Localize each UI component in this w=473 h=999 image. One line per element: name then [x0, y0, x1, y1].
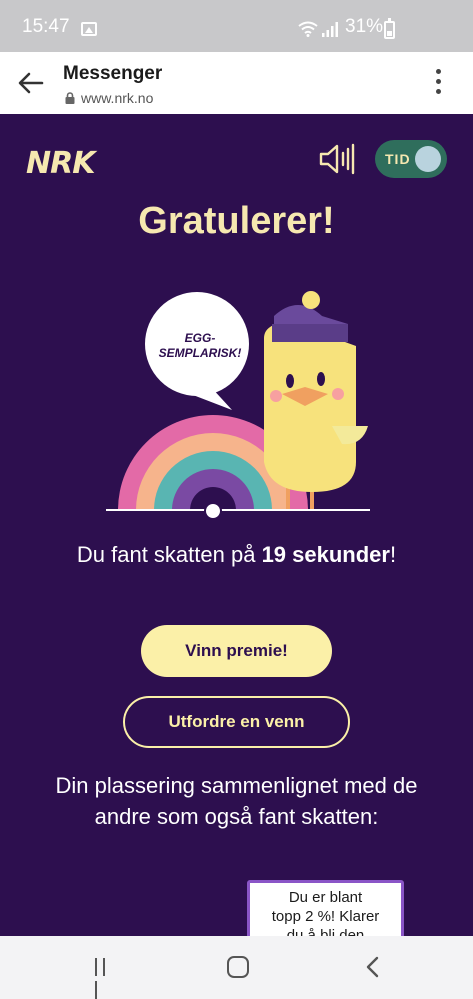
system-nav-bar [0, 936, 473, 999]
page-title: Messenger [63, 63, 163, 84]
toggle-knob [415, 146, 441, 172]
speech-bubble-line1: EGG- [185, 331, 216, 345]
timer-toggle[interactable]: TID [375, 140, 447, 178]
tooltip-line3: du å bli den [286, 927, 365, 936]
wifi-icon [298, 21, 318, 37]
nrk-logo[interactable]: NRK [26, 146, 95, 181]
found-time: 19 sekunder [261, 542, 390, 567]
placement-text: Din plassering sammenlignet med de andre… [55, 773, 418, 829]
win-prize-button[interactable]: Vinn premie! [141, 625, 332, 677]
url-row: www.nrk.no [64, 90, 153, 106]
speaker-icon[interactable] [318, 142, 356, 176]
found-suffix: ! [389, 542, 397, 567]
placement-tooltip: Du er blant topp 2 %! Klarer du å bli de… [247, 880, 404, 936]
found-time-text: Du fant skatten på 19 sekunder! [0, 542, 473, 568]
speech-bubble-line2: SEMPLARISK! [159, 346, 242, 360]
browser-app-bar: Messenger www.nrk.no [0, 52, 473, 114]
challenge-friend-button[interactable]: Utfordre en venn [123, 696, 350, 748]
back-icon[interactable] [362, 955, 384, 979]
status-bar: 15:47 31% [0, 0, 473, 52]
signal-icon [322, 22, 338, 37]
chick [264, 291, 368, 510]
back-arrow-icon[interactable] [14, 66, 48, 100]
url-text: www.nrk.no [81, 90, 154, 106]
congrats-heading: Gratulerer! [138, 200, 335, 242]
speech-bubble: EGG- SEMPLARISK! [145, 292, 249, 410]
battery-icon [384, 18, 395, 39]
tooltip-line2: topp 2 %! Klarer [271, 908, 380, 925]
battery-percent: 31% [345, 16, 384, 37]
more-vert-icon[interactable] [428, 69, 448, 99]
tooltip-line1: Du er blant [288, 889, 363, 906]
recent-apps-icon[interactable] [95, 958, 117, 999]
toggle-label: TID [385, 151, 411, 167]
found-prefix: Du fant skatten på [76, 542, 262, 567]
lock-icon [65, 92, 75, 104]
status-time: 15:47 [22, 16, 70, 37]
chick-rainbow-illustration: EGG- SEMPLARISK! [106, 291, 370, 520]
home-icon[interactable] [227, 956, 249, 978]
main-content: NRK TID Gratulerer! EGG- SEMPLARISK! Du … [0, 114, 473, 936]
image-icon [81, 22, 97, 36]
